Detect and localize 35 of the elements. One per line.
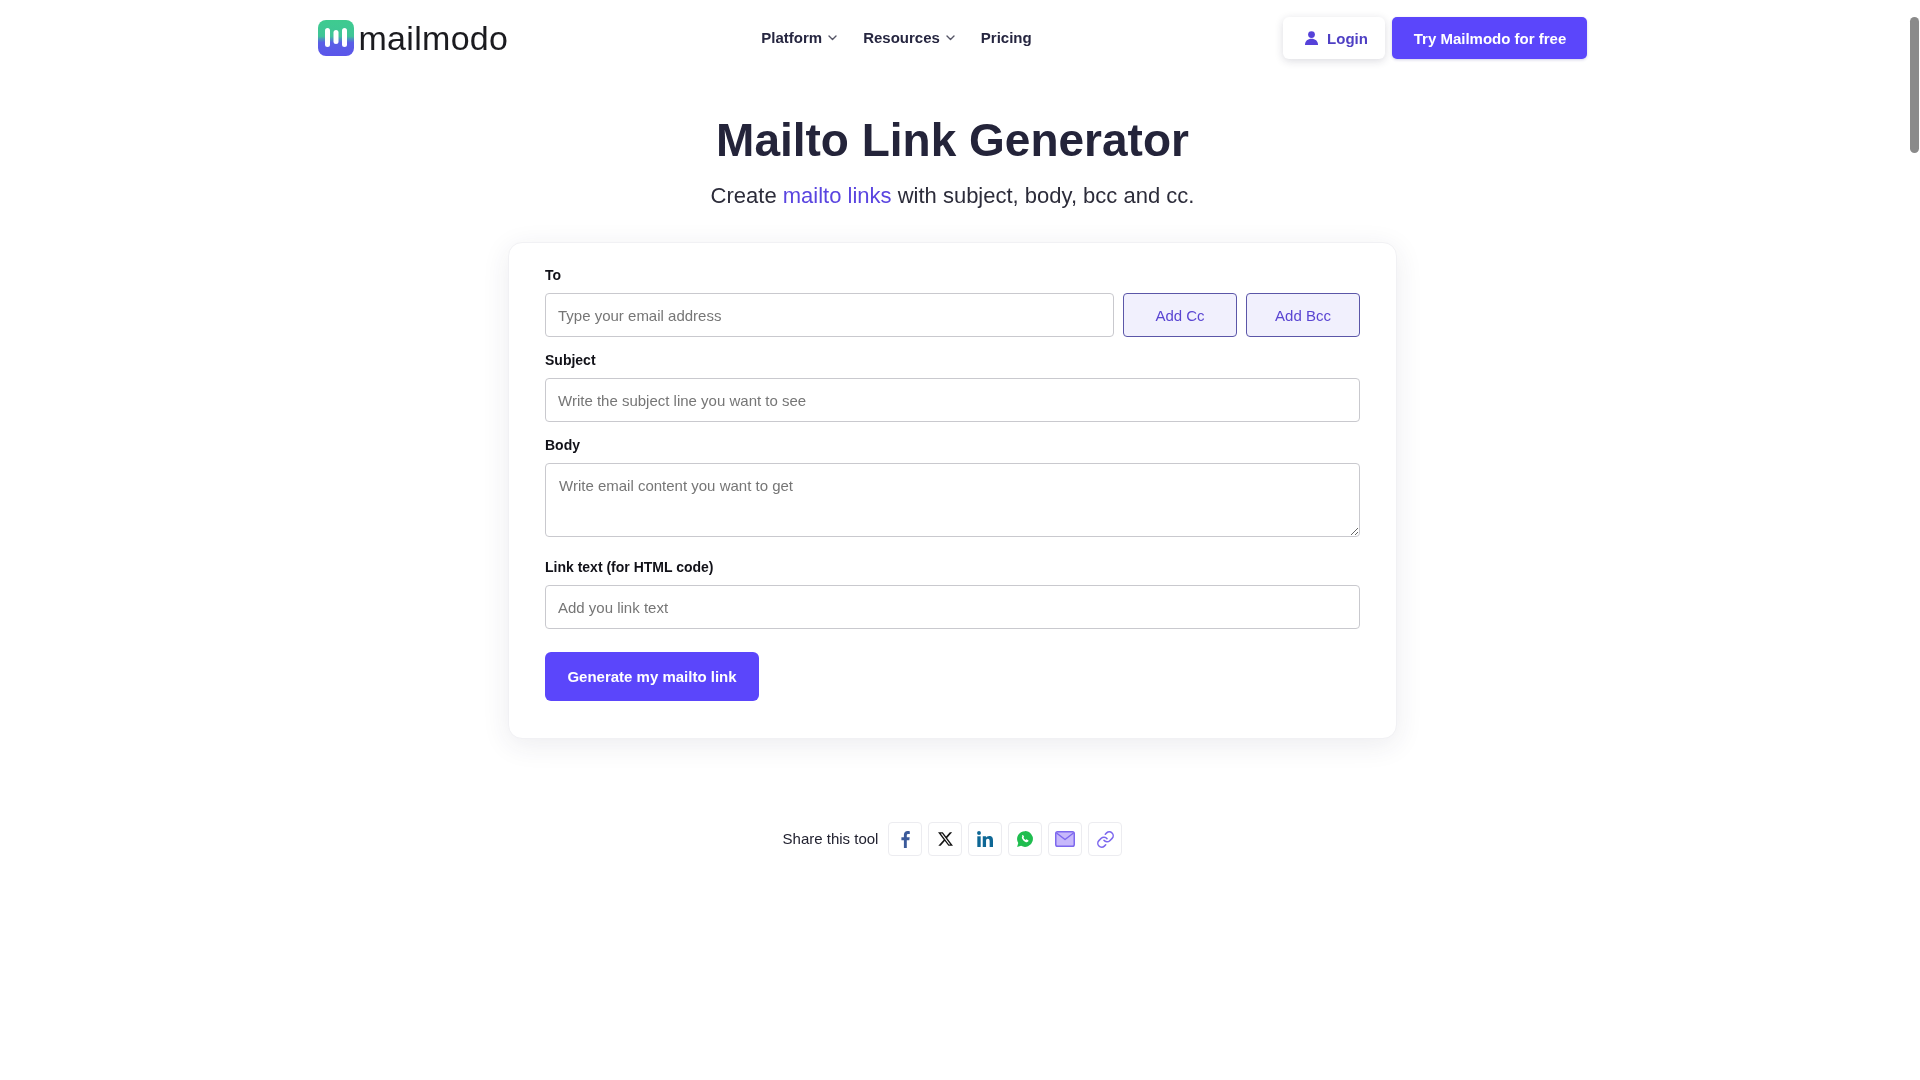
generate-button[interactable]: Generate my mailto link: [545, 652, 759, 701]
share-button[interactable]: [928, 822, 963, 856]
chevron-down-icon: [945, 35, 955, 41]
mailto-links-link[interactable]: mailto links: [782, 183, 892, 208]
field-label: Subject: [545, 351, 596, 370]
page-subtitle: Create mailto links with subject, body, bcc and cc.: [710, 182, 1195, 210]
login-button[interactable]: Login: [1283, 17, 1386, 59]
scrollbar-thumb[interactable]: [1910, 17, 1919, 153]
share-button[interactable]: [968, 822, 1003, 856]
user-icon: [1305, 31, 1319, 45]
field-label: To: [545, 266, 562, 285]
nav-link[interactable]: Pricing: [980, 28, 1032, 48]
link-icon: [1096, 830, 1114, 848]
add-recipient-button[interactable]: Add Cc: [1123, 293, 1237, 337]
envelope-icon: [1055, 831, 1076, 847]
x-logo-icon: [937, 832, 953, 846]
nav-link[interactable]: Resources: [863, 28, 955, 48]
facebook-icon: [900, 830, 910, 848]
text-input[interactable]: Add you link text: [545, 585, 1360, 629]
text-input[interactable]: Type your email address: [545, 293, 1114, 337]
page-title: Mailto Link Generator: [716, 113, 1189, 168]
field-label: Body: [545, 436, 580, 455]
share-button[interactable]: [888, 822, 923, 856]
add-recipient-button[interactable]: Add Bcc: [1246, 293, 1360, 337]
logo-text: mailmodo: [358, 19, 509, 57]
logo-icon: [317, 20, 354, 56]
text-input[interactable]: Write the subject line you want to see: [545, 378, 1360, 422]
share-label: Share this tool: [782, 829, 879, 849]
try-free-button[interactable]: Try Mailmodo for free: [1392, 17, 1588, 59]
chevron-down-icon: [828, 35, 838, 41]
textarea-field[interactable]: Write email content you want to get: [545, 463, 1360, 537]
field-label: Link text (for HTML code): [545, 558, 714, 577]
nav-link[interactable]: Platform: [761, 28, 838, 48]
whatsapp-icon: [1016, 830, 1035, 848]
linkedin-icon: [977, 831, 994, 847]
